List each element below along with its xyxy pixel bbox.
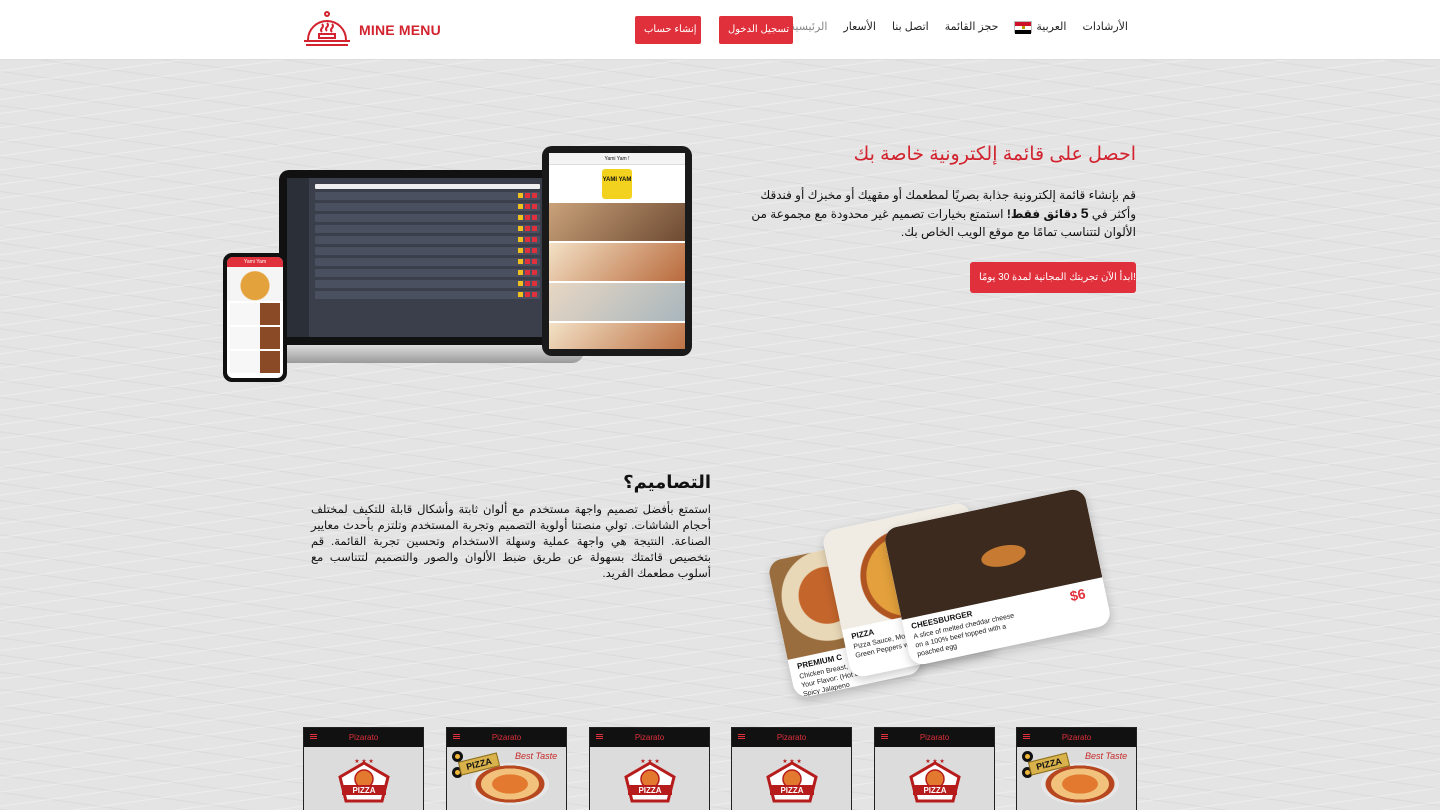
tablet-menu-tile: [549, 283, 685, 321]
best-taste-script: Best Taste: [1085, 751, 1128, 761]
brand-name: MINE MENU: [359, 22, 441, 38]
nav-prices[interactable]: الأسعار: [843, 20, 876, 33]
phone-menu-item: [230, 303, 280, 325]
menu-preview-card[interactable]: Pizarato PIZZA ★ ★ ★: [589, 727, 710, 810]
badge-label: PIZZA: [923, 786, 946, 795]
tablet-header: Yami Yam !: [549, 153, 685, 165]
tablet-menu-tile: [549, 323, 685, 349]
svg-text:★ ★ ★: ★ ★ ★: [925, 758, 944, 765]
designs-description: استمتع بأفضل تصميم واجهة مستخدم مع ألوان…: [311, 504, 711, 580]
tablet-menu-tile: [549, 203, 685, 241]
menu-preview-card[interactable]: Pizarato PIZZA Best Taste: [1016, 727, 1137, 810]
signup-button[interactable]: إنشاء حساب: [635, 16, 701, 44]
pizza-badge-icon: PIZZA ★ ★ ★: [624, 758, 676, 803]
food-photo: [882, 487, 1103, 620]
laptop-mockup: [259, 170, 584, 367]
preview-title: Pizarato: [919, 733, 950, 742]
food-cards-illustration: PREMIUM C Chicken Breast, Mozzarella, wi…: [766, 487, 1113, 699]
hero-description: قم بإنشاء قائمة إلكترونية جذابة بصريًا ل…: [736, 186, 1136, 241]
phone-hero-image: [227, 267, 283, 301]
designs-title: التصاميم؟: [623, 472, 711, 492]
nav-guides[interactable]: الأرشادات: [1082, 20, 1128, 33]
preview-title: Pizarato: [348, 733, 379, 742]
free-trial-button[interactable]: ابدأ الآن تجربتك المجانية لمدة 30 يومًا!: [970, 262, 1136, 293]
hamburger-icon[interactable]: [1023, 734, 1030, 739]
pizza-badge-icon: PIZZA ★ ★ ★: [909, 758, 961, 803]
badge-label: PIZZA: [638, 786, 661, 795]
pizza-badge-icon: PIZZA ★ ★ ★: [338, 758, 390, 803]
best-taste-script: Best Taste: [515, 751, 558, 761]
admin-sidebar: [287, 178, 309, 337]
preview-title: Pizarato: [776, 733, 807, 742]
laptop-screen: [279, 170, 554, 345]
hero-desc-bold: دقائق فقط!: [1006, 207, 1078, 221]
hamburger-icon[interactable]: [881, 734, 888, 739]
hamburger-icon[interactable]: [310, 734, 317, 739]
egypt-flag-icon: [1014, 20, 1033, 34]
menu-preview-card[interactable]: Pizarato PIZZA ★ ★ ★: [731, 727, 852, 810]
cloche-icon: [304, 11, 350, 46]
svg-text:★ ★ ★: ★ ★ ★: [782, 758, 801, 765]
phone-menu-item: [230, 351, 280, 373]
main-nav: الرئيسية الأسعار اتصل بنا حجز القائمة ال…: [790, 20, 1128, 34]
tablet-mockup: Yami Yam ! YAMI YAM: [542, 146, 692, 356]
hero-text: احصل على قائمة إلكترونية خاصة بك قم بإنش…: [736, 143, 1136, 241]
language-selector[interactable]: العربية: [1014, 20, 1067, 34]
top-navbar: MINE MENU الرئيسية الأسعار اتصل بنا حجز …: [0, 0, 1440, 60]
hamburger-icon[interactable]: [596, 734, 603, 739]
login-button[interactable]: تسجيل الدخول: [719, 16, 793, 44]
preview-title: Pizarato: [491, 733, 522, 742]
hamburger-icon[interactable]: [738, 734, 745, 739]
menu-preview-card[interactable]: Pizarato PIZZA ★ ★ ★: [874, 727, 995, 810]
preview-title: Pizarato: [1061, 733, 1092, 742]
laptop-base: [259, 345, 584, 363]
phone-mockup: Yami Yam: [223, 253, 287, 382]
tablet-menu-tile: [549, 243, 685, 281]
food-card-price: $6: [1068, 585, 1087, 605]
nav-home[interactable]: الرئيسية: [790, 20, 828, 33]
language-label: العربية: [1036, 21, 1067, 33]
preview-title: Pizarato: [634, 733, 665, 742]
tablet-brand-logo: YAMI YAM: [602, 169, 632, 199]
brand-logo[interactable]: MINE MENU: [303, 10, 441, 50]
phone-menu-item: [230, 327, 280, 349]
hero-title: احصل على قائمة إلكترونية خاصة بك: [853, 144, 1136, 165]
pizza-badge-icon: PIZZA ★ ★ ★: [766, 758, 818, 803]
badge-label: PIZZA: [780, 786, 803, 795]
nav-book-menu[interactable]: حجز القائمة: [945, 20, 999, 33]
admin-table: [309, 178, 546, 337]
menu-preview-card[interactable]: Pizarato PIZZA Best Taste: [446, 727, 567, 810]
svg-text:★ ★ ★: ★ ★ ★: [640, 758, 659, 765]
hero-desc-number: 5: [1080, 205, 1089, 221]
menu-preview-card[interactable]: Pizarato PIZZA ★ ★ ★: [303, 727, 424, 810]
svg-text:★ ★ ★: ★ ★ ★: [354, 758, 373, 765]
hamburger-icon[interactable]: [453, 734, 460, 739]
phone-header: Yami Yam: [227, 257, 283, 267]
badge-label: PIZZA: [352, 786, 375, 795]
hero-desc-part2: استمتع بخيارات تصميم غير محدودة مع مجموع…: [751, 207, 1136, 239]
nav-contact[interactable]: اتصل بنا: [892, 20, 929, 33]
